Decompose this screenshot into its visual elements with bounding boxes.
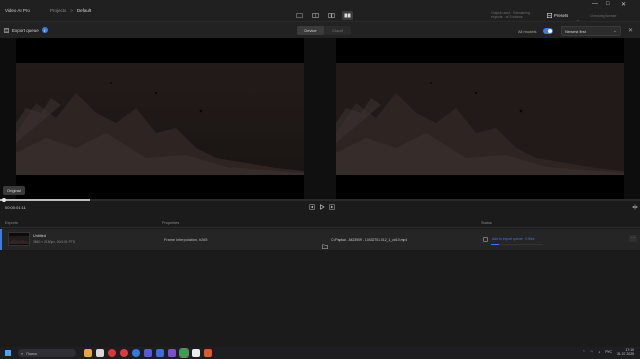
header-properties: Properties [162,221,180,225]
window-close-button[interactable]: ✕ [621,1,626,8]
export-queue-header[interactable]: Export queue i [4,27,48,33]
breadcrumb-separator: > [70,8,73,13]
taskbar-apps [84,348,212,358]
queue-icon [483,237,488,242]
app-title: Video AI Pro [5,8,30,13]
processing-mode-switch: Device Cloud [297,26,351,35]
prev-frame-button[interactable] [309,204,315,212]
license-status: Checking license [590,14,617,18]
header-status: Status [481,221,492,225]
overlay-view-button[interactable] [310,11,321,20]
split-view-button[interactable] [326,11,337,20]
presets-icon [547,13,552,18]
table-row[interactable]: Untitled 3840 × 2160px, 00:0:01 PTS Fram… [0,229,640,250]
video-thumbnail [8,232,30,246]
split-view-icon [328,13,335,18]
browser-icon[interactable] [132,349,140,357]
thumbnail-image [9,233,29,245]
taskbar-search[interactable]: ⌕ Поиск [18,349,76,357]
export-progress-bar [491,244,543,245]
brave-icon[interactable] [204,349,212,357]
export-table-header: Exports Properties Status [0,219,640,228]
maximize-button[interactable]: □ [606,1,610,7]
play-button[interactable] [319,204,325,212]
view-mode-group [294,11,353,20]
chevron-down-icon: ⌄ [612,28,617,34]
close-panel-button[interactable]: ✕ [628,27,633,34]
play-icon [320,204,325,210]
search-icon: ⌕ [21,350,24,356]
export-toolbar: Export queue i Device Cloud All models N… [0,21,640,38]
preview-divider[interactable] [304,38,336,201]
scrub-progress [0,199,90,201]
timeline: 00:00:01:11 [0,198,640,215]
export-name: Untitled [33,234,46,238]
side-by-side-view-icon [344,13,351,18]
opera-icon[interactable] [108,349,116,357]
export-model: Frame Interpolation, h265 [164,238,208,242]
single-view-icon [296,13,303,18]
sort-select[interactable]: Newest first ⌄ [561,26,621,36]
split-arrows-icon [632,204,638,210]
export-meta: 3840 × 2160px, 00:0:01 PTS [33,240,76,244]
minimize-button[interactable]: — [592,1,598,7]
all-models-toggle[interactable] [543,28,553,34]
discord-icon[interactable] [144,349,152,357]
original-video-frame [16,63,304,175]
enhanced-preview [336,38,624,201]
scrub-handle[interactable] [2,198,6,202]
overlay-view-icon [312,13,319,18]
prev-frame-icon [309,204,315,210]
export-path[interactable]: C:/Papka/...5423909 - 10432701.012_1_c#1… [331,238,407,242]
breadcrumb-current: Default [76,8,92,13]
cloud-mode-tab[interactable]: Cloud [324,26,351,35]
media-app-icon[interactable] [192,349,200,357]
empty-list-area [0,250,640,347]
file-explorer-icon[interactable] [84,349,92,357]
export-queue-label: Export queue [12,27,39,33]
taskbar-search-label: Поиск [26,351,38,356]
original-preview [16,38,304,201]
language-indicator[interactable]: РУС [605,350,612,354]
next-frame-icon [329,204,335,210]
breadcrumb: Projects > Default [50,8,91,13]
presets-button[interactable]: Presets [547,13,568,18]
sort-select-value: Newest first [565,29,586,34]
notes-app-icon[interactable] [96,349,104,357]
export-status[interactable]: Add to export queue · 0 files [492,237,534,241]
device-mode-tab[interactable]: Device [297,26,324,35]
presets-label: Presets [554,13,569,18]
editor-icon[interactable] [168,349,176,357]
original-badge: Original [3,186,25,195]
tray-chevron-icon[interactable]: ⌃ [582,350,585,354]
windows-start-icon[interactable] [5,350,11,356]
transport-controls [309,204,335,212]
enhanced-video-frame [336,63,624,175]
next-frame-button[interactable] [329,204,335,212]
timecode: 00:00:01:11 [5,205,26,210]
compare-toggle-button[interactable] [632,204,638,212]
yandex-browser-icon[interactable] [120,349,128,357]
breadcrumb-projects[interactable]: Projects [50,8,66,13]
all-models-label: All models [518,29,537,34]
header-exports: Exports [5,221,18,225]
preview-area [0,38,640,201]
usage-hint: Output used · Remaining exports · of 3 v… [491,11,530,19]
more-options-button[interactable]: ··· [629,235,637,242]
video-ai-icon[interactable] [179,348,189,358]
volume-icon[interactable]: ◖ [598,350,600,354]
wifi-icon[interactable]: ◠ [590,350,593,354]
export-progress-fill [491,244,500,245]
clock[interactable]: 17:10 31.07.2025 [617,348,634,356]
side-by-side-view-button[interactable] [342,11,353,20]
app-icon[interactable] [156,349,164,357]
scrub-bar[interactable] [0,198,640,202]
single-view-button[interactable] [294,11,305,20]
os-taskbar: ⌕ Поиск ⌃ ◠ ◖ РУС 17:10 31.07.2025 [0,347,640,359]
info-icon[interactable]: i [41,27,48,33]
system-tray: ⌃ ◠ ◖ РУС 17:10 31.07.2025 [582,348,634,356]
clock-date: 31.07.2025 [617,352,634,356]
export-queue-icon [4,27,9,33]
